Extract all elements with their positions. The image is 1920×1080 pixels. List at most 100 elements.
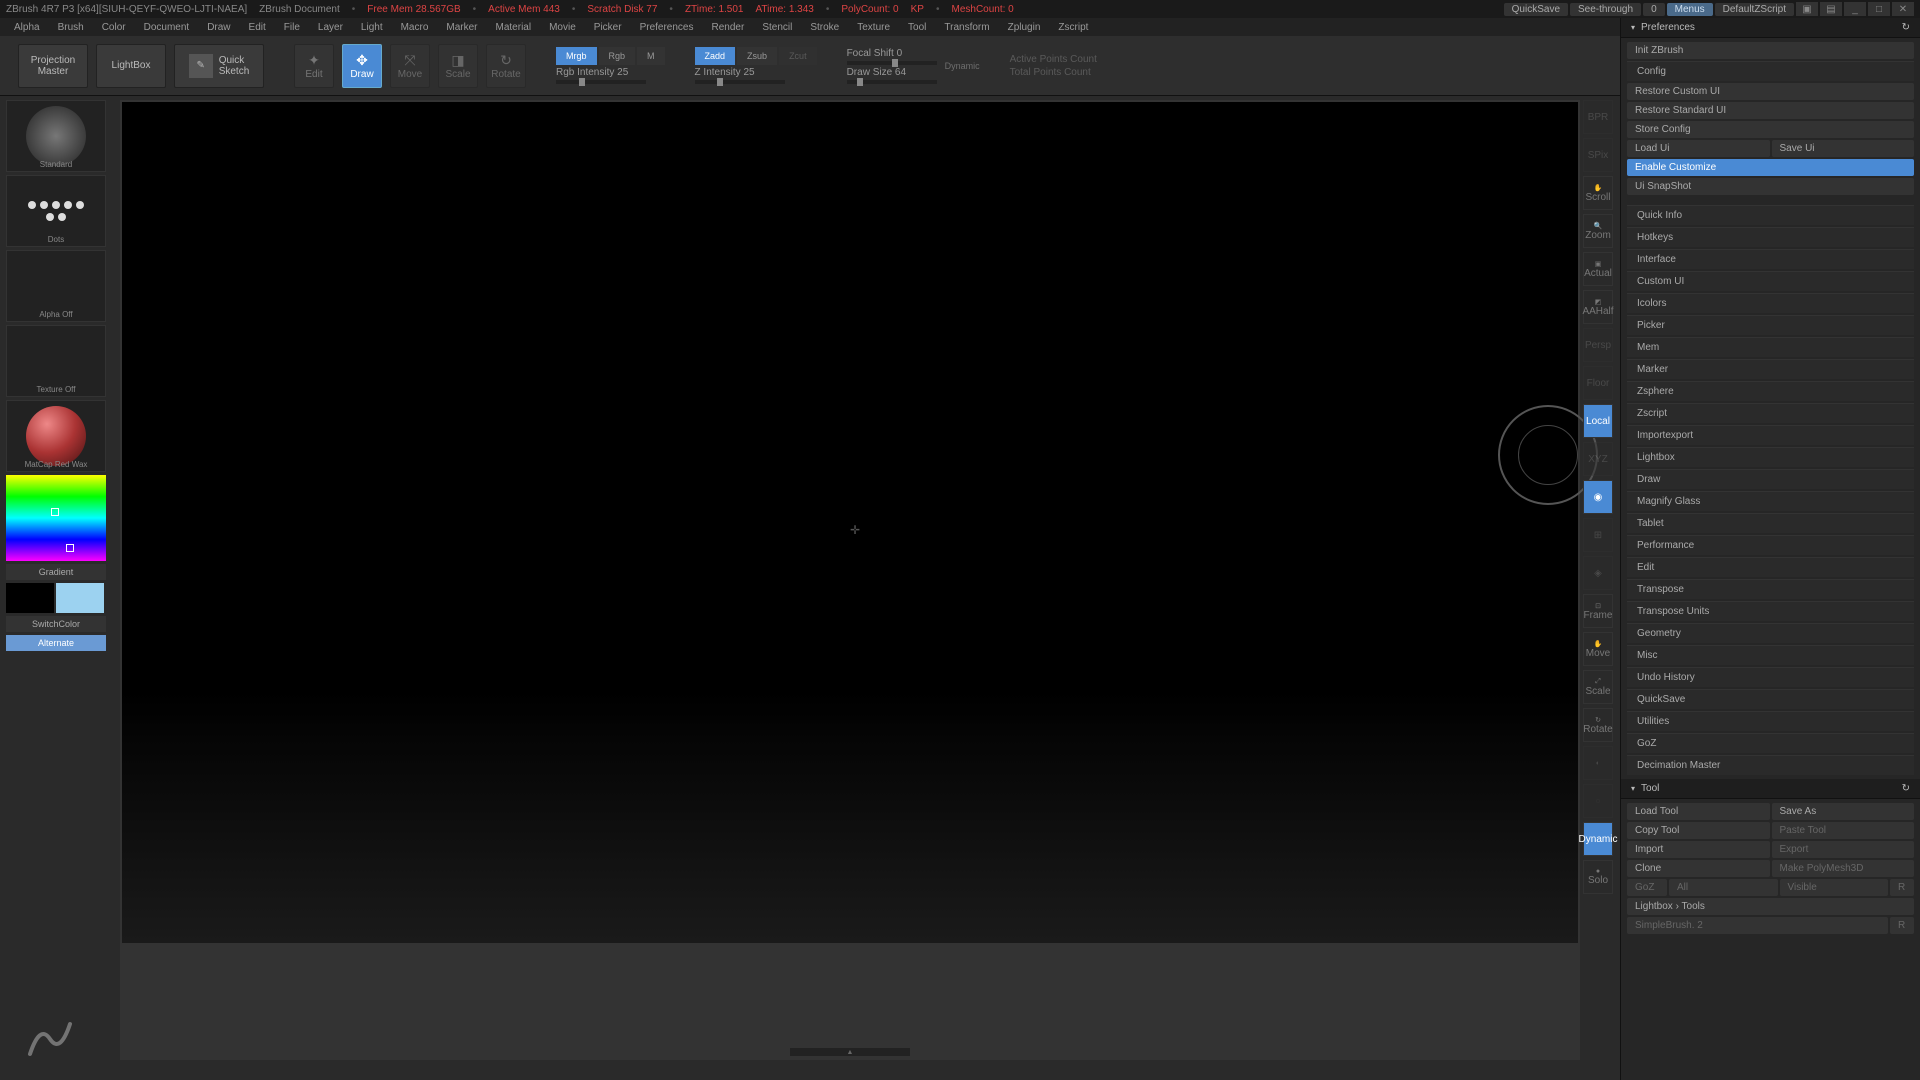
goz-visible-button[interactable]: Visible <box>1780 879 1889 896</box>
menu-render[interactable]: Render <box>704 20 753 35</box>
menu-preferences[interactable]: Preferences <box>632 20 702 35</box>
alpha-tile[interactable]: Alpha Off <box>6 250 106 322</box>
menu-material[interactable]: Material <box>488 20 540 35</box>
stroke-tile[interactable]: Dots <box>6 175 106 247</box>
secondary-color-swatch[interactable] <box>6 583 54 613</box>
menu-transform[interactable]: Transform <box>936 20 997 35</box>
persp-icon[interactable]: Persp <box>1583 328 1613 362</box>
menu-zplugin[interactable]: Zplugin <box>1000 20 1049 35</box>
move-button[interactable]: ⤧Move <box>390 44 430 88</box>
switchcolor-button[interactable]: SwitchColor <box>6 616 106 632</box>
cat-lightbox[interactable]: Lightbox <box>1627 447 1914 467</box>
cat-mem[interactable]: Mem <box>1627 337 1914 357</box>
tool-r-button[interactable]: R <box>1890 917 1914 934</box>
lightbox-tools-button[interactable]: Lightbox › Tools <box>1627 898 1914 915</box>
ghost-icon[interactable]: ◌ <box>1583 784 1613 818</box>
menu-movie[interactable]: Movie <box>541 20 584 35</box>
config-category[interactable]: Config <box>1627 61 1914 81</box>
menu-texture[interactable]: Texture <box>849 20 898 35</box>
import-button[interactable]: Import <box>1627 841 1770 858</box>
menu-document[interactable]: Document <box>136 20 198 35</box>
cat-icolors[interactable]: Icolors <box>1627 293 1914 313</box>
cat-draw[interactable]: Draw <box>1627 469 1914 489</box>
m-button[interactable]: M <box>637 47 665 65</box>
menu-tool[interactable]: Tool <box>900 20 934 35</box>
draw-button[interactable]: ✥Draw <box>342 44 382 88</box>
cat-edit[interactable]: Edit <box>1627 557 1914 577</box>
dynamic-label[interactable]: Dynamic <box>945 61 980 71</box>
spix-icon[interactable]: SPix <box>1583 138 1613 172</box>
menus-button[interactable]: Menus <box>1667 3 1713 16</box>
bpr-icon[interactable]: BPR <box>1583 100 1613 134</box>
menu-light[interactable]: Light <box>353 20 391 35</box>
xpose-icon[interactable]: ⊞ <box>1583 518 1613 552</box>
init-zbrush-button[interactable]: Init ZBrush <box>1627 42 1914 59</box>
cat-custom-ui[interactable]: Custom UI <box>1627 271 1914 291</box>
close-icon[interactable]: ✕ <box>1892 2 1914 16</box>
alternate-button[interactable]: Alternate <box>6 635 106 651</box>
cat-utilities[interactable]: Utilities <box>1627 711 1914 731</box>
clone-button[interactable]: Clone <box>1627 860 1770 877</box>
color-picker[interactable] <box>6 475 106 561</box>
draw-size-slider[interactable]: Draw Size 64 <box>847 67 937 78</box>
cat-marker[interactable]: Marker <box>1627 359 1914 379</box>
pin-icon[interactable]: ▣ <box>1796 2 1818 16</box>
cat-zsphere[interactable]: Zsphere <box>1627 381 1914 401</box>
focal-shift-slider[interactable]: Focal Shift 0 <box>847 48 937 59</box>
primary-color-swatch[interactable] <box>56 583 104 613</box>
menu-macro[interactable]: Macro <box>393 20 437 35</box>
local-icon[interactable]: Local <box>1583 404 1613 438</box>
dynamic-nav-icon[interactable]: Dynamic <box>1583 822 1613 856</box>
dock-icon[interactable]: ▤ <box>1820 2 1842 16</box>
seethrough-value[interactable]: 0 <box>1643 3 1665 16</box>
copy-tool-button[interactable]: Copy Tool <box>1627 822 1770 839</box>
zadd-button[interactable]: Zadd <box>695 47 736 65</box>
polyframe-icon[interactable]: ◈ <box>1583 556 1613 590</box>
cat-misc[interactable]: Misc <box>1627 645 1914 665</box>
frame-icon[interactable]: ⊡Frame <box>1583 594 1613 628</box>
lightbox-button[interactable]: LightBox <box>96 44 166 88</box>
menu-brush[interactable]: Brush <box>50 20 92 35</box>
menu-alpha[interactable]: Alpha <box>6 20 48 35</box>
material-tile[interactable]: MatCap Red Wax <box>6 400 106 472</box>
scale-nav-icon[interactable]: ⤢Scale <box>1583 670 1613 704</box>
preferences-header[interactable]: ▾ Preferences ↻ <box>1621 18 1920 38</box>
restore-custom-ui-button[interactable]: Restore Custom UI <box>1627 83 1914 100</box>
menu-edit[interactable]: Edit <box>241 20 274 35</box>
brush-tile[interactable]: Standard <box>6 100 106 172</box>
floor-icon[interactable]: Floor <box>1583 366 1613 400</box>
refresh-icon[interactable]: ↻ <box>1902 22 1910 33</box>
rgb-button[interactable]: Rgb <box>599 47 636 65</box>
maximize-icon[interactable]: □ <box>1868 2 1890 16</box>
timeline-handle[interactable] <box>790 1048 910 1056</box>
cat-decimation[interactable]: Decimation Master <box>1627 755 1914 775</box>
menu-stencil[interactable]: Stencil <box>754 20 800 35</box>
projection-master-button[interactable]: Projection Master <box>18 44 88 88</box>
save-ui-button[interactable]: Save Ui <box>1772 140 1915 157</box>
texture-tile[interactable]: Texture Off <box>6 325 106 397</box>
menu-stroke[interactable]: Stroke <box>802 20 847 35</box>
export-button[interactable]: Export <box>1772 841 1915 858</box>
enable-customize-button[interactable]: Enable Customize <box>1627 159 1914 176</box>
menu-layer[interactable]: Layer <box>310 20 351 35</box>
menu-marker[interactable]: Marker <box>438 20 485 35</box>
gradient-button[interactable]: Gradient <box>6 564 106 580</box>
minimize-icon[interactable]: _ <box>1844 2 1866 16</box>
cat-magnify[interactable]: Magnify Glass <box>1627 491 1914 511</box>
quicksave-button[interactable]: QuickSave <box>1504 3 1568 16</box>
z-intensity-slider[interactable]: Z Intensity 25 <box>695 67 817 78</box>
default-script[interactable]: DefaultZScript <box>1715 3 1794 16</box>
mrgb-button[interactable]: Mrgb <box>556 47 597 65</box>
cat-geometry[interactable]: Geometry <box>1627 623 1914 643</box>
aahalf-icon[interactable]: ◩AAHalf <box>1583 290 1613 324</box>
cat-performance[interactable]: Performance <box>1627 535 1914 555</box>
cat-interface[interactable]: Interface <box>1627 249 1914 269</box>
menu-draw[interactable]: Draw <box>199 20 238 35</box>
cat-quicksave[interactable]: QuickSave <box>1627 689 1914 709</box>
store-config-button[interactable]: Store Config <box>1627 121 1914 138</box>
menu-color[interactable]: Color <box>94 20 134 35</box>
paste-tool-button[interactable]: Paste Tool <box>1772 822 1915 839</box>
rotate-button[interactable]: ↻Rotate <box>486 44 526 88</box>
goz-r-button[interactable]: R <box>1890 879 1914 896</box>
zcut-button[interactable]: Zcut <box>779 47 817 65</box>
